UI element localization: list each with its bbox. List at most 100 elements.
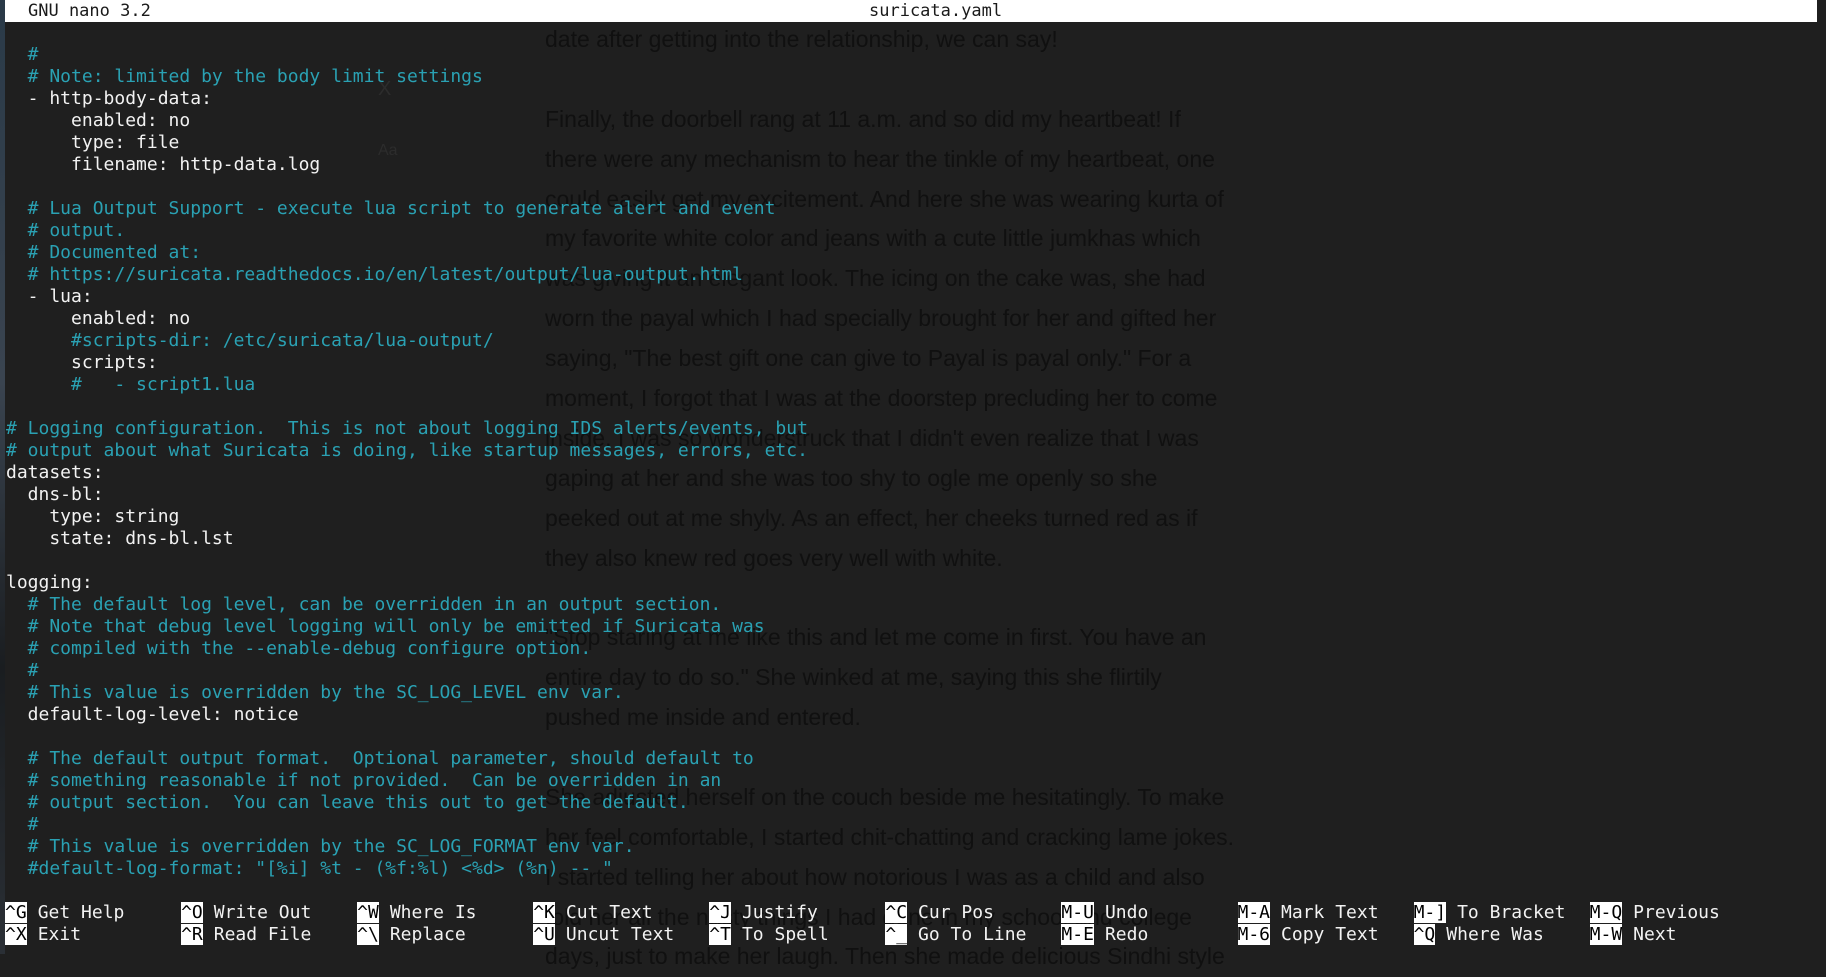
comment-line[interactable]: # Note: limited by the body limit settin… [6, 66, 808, 88]
code-line[interactable]: enabled: no [6, 110, 808, 132]
comment-line[interactable]: # output section. You can leave this out… [6, 792, 808, 814]
shortcut-label: Justify [741, 902, 818, 923]
shortcut-mark-text[interactable]: M-A Mark Text [1237, 902, 1379, 924]
shortcut-get-help[interactable]: ^G Get Help [5, 902, 124, 924]
shortcut-label: Cut Text [565, 902, 653, 923]
shortcut-label: Where Was [1446, 924, 1544, 945]
shortcut-go-to-line[interactable]: ^_ Go To Line [885, 924, 1026, 946]
shortcut-copy-text[interactable]: M-6 Copy Text [1237, 924, 1379, 946]
shortcut-label: Write Out [213, 902, 312, 923]
shortcut-undo[interactable]: M-U Undo [1061, 902, 1148, 924]
shortcut-to-spell[interactable]: ^T To Spell [709, 924, 829, 946]
shortcut-key: ^K [533, 902, 555, 923]
code-line[interactable]: state: dns-bl.lst [6, 528, 808, 550]
comment-line[interactable]: # output. [6, 220, 808, 242]
shortcut-key: ^_ [885, 924, 908, 945]
code-line[interactable]: filename: http-data.log [6, 154, 808, 176]
comment-line[interactable]: # [6, 44, 808, 66]
shortcut-read-file[interactable]: ^R Read File [181, 924, 311, 946]
shortcut-label: Uncut Text [565, 924, 675, 945]
shortcut-label: Read File [213, 924, 312, 945]
code-line[interactable]: dns-bl: [6, 484, 808, 506]
code-line[interactable] [6, 726, 808, 748]
code-line[interactable]: type: file [6, 132, 808, 154]
code-line[interactable] [6, 396, 808, 418]
comment-line[interactable]: # The default log level, can be overridd… [6, 594, 808, 616]
shortcut-label: Exit [37, 924, 82, 945]
code-line[interactable]: scripts: [6, 352, 808, 374]
code-line[interactable]: type: string [6, 506, 808, 528]
shortcut-write-out[interactable]: ^O Write Out [181, 902, 311, 924]
shortcut-key: ^J [709, 902, 731, 923]
code-line[interactable]: logging: [6, 572, 808, 594]
shortcut-key: M-U [1061, 902, 1094, 923]
comment-line[interactable]: # output about what Suricata is doing, l… [6, 440, 808, 462]
shortcut-label: To Spell [741, 924, 829, 945]
code-line[interactable]: - http-body-data: [6, 88, 808, 110]
comment-line[interactable]: # The default output format. Optional pa… [6, 748, 808, 770]
shortcut-to-bracket[interactable]: M-] To Bracket [1413, 902, 1566, 924]
code-line[interactable] [6, 176, 808, 198]
shortcut-key: ^G [5, 902, 27, 923]
shortcut-justify[interactable]: ^J Justify [709, 902, 818, 924]
shortcut-next[interactable]: M-W Next [1589, 924, 1677, 946]
code-line[interactable]: default-log-level: notice [6, 704, 808, 726]
shortcut-where-is[interactable]: ^W Where Is [357, 902, 477, 924]
shortcut-exit[interactable]: ^X Exit [5, 924, 81, 946]
comment-line[interactable]: # [6, 660, 808, 682]
shortcut-key: M-6 [1237, 924, 1271, 945]
comment-line[interactable]: # This value is overridden by the SC_LOG… [6, 682, 808, 704]
editor-buffer[interactable]: # # Note: limited by the body limit sett… [6, 22, 808, 880]
shortcut-label: Previous [1633, 902, 1720, 923]
shortcut-help-bar: ^G Get Help ^O Write Out ^W Where Is ^K Cut Tex… [5, 902, 1805, 946]
comment-line[interactable]: # Lua Output Support - execute lua scrip… [6, 198, 808, 220]
shortcut-key: ^T [709, 924, 731, 945]
comment-line[interactable]: # Logging configuration. This is not abo… [6, 418, 808, 440]
comment-line[interactable]: # something reasonable if not provided. … [6, 770, 808, 792]
shortcut-key: ^Q [1413, 924, 1436, 945]
shortcut-key: ^\ [357, 924, 379, 945]
shortcut-label: Replace [389, 924, 466, 945]
shortcut-key: M-] [1413, 902, 1447, 923]
shortcut-label: Cur Pos [918, 902, 994, 923]
comment-line[interactable]: #default-log-format: "[%i] %t - (%f:%l) … [6, 858, 808, 880]
app-version: GNU nano 3.2 [28, 1, 151, 21]
shortcut-key: ^R [181, 924, 203, 945]
shortcut-redo[interactable]: M-E Redo [1061, 924, 1148, 946]
comment-line[interactable]: # Documented at: [6, 242, 808, 264]
comment-line[interactable]: # - script1.lua [6, 374, 808, 396]
shortcut-label: Undo [1104, 902, 1149, 923]
shortcut-label: To Bracket [1457, 902, 1566, 923]
file-name: suricata.yaml [869, 1, 1003, 21]
shortcut-key: M-E [1061, 924, 1094, 945]
shortcut-key: ^X [5, 924, 27, 945]
shortcut-key: M-A [1237, 902, 1271, 923]
comment-line[interactable]: #scripts-dir: /etc/suricata/lua-output/ [6, 330, 808, 352]
nano-title-bar: GNU nano 3.2 suricata.yaml [5, 0, 1817, 22]
shortcut-cur-pos[interactable]: ^C Cur Pos [885, 902, 994, 924]
shortcut-label: Mark Text [1281, 902, 1379, 923]
comment-line[interactable]: # Note that debug level logging will onl… [6, 616, 808, 638]
shortcut-label: Next [1633, 924, 1677, 945]
desktop-edge [0, 0, 5, 954]
shortcut-cut-text[interactable]: ^K Cut Text [533, 902, 653, 924]
comment-line[interactable]: # https://suricata.readthedocs.io/en/lat… [6, 264, 808, 286]
shortcut-uncut-text[interactable]: ^U Uncut Text [533, 924, 674, 946]
comment-line[interactable]: # This value is overridden by the SC_LOG… [6, 836, 808, 858]
shortcut-replace[interactable]: ^\ Replace [357, 924, 466, 946]
shortcut-key: ^C [885, 902, 908, 923]
comment-line[interactable]: # [6, 814, 808, 836]
shortcut-key: M-Q [1589, 902, 1623, 923]
code-line[interactable]: enabled: no [6, 308, 808, 330]
code-line[interactable] [6, 550, 808, 572]
shortcut-key: ^W [357, 902, 379, 923]
shortcut-previous[interactable]: M-Q Previous [1589, 902, 1720, 924]
code-line[interactable]: datasets: [6, 462, 808, 484]
code-line[interactable] [6, 22, 808, 44]
shortcut-where-was[interactable]: ^Q Where Was [1413, 924, 1544, 946]
help-row: ^G Get Help ^O Write Out ^W Where Is ^K Cut Tex… [5, 902, 1805, 924]
shortcut-key: ^U [533, 924, 555, 945]
code-line[interactable]: - lua: [6, 286, 808, 308]
shortcut-label: Copy Text [1281, 924, 1379, 945]
comment-line[interactable]: # compiled with the --enable-debug confi… [6, 638, 808, 660]
